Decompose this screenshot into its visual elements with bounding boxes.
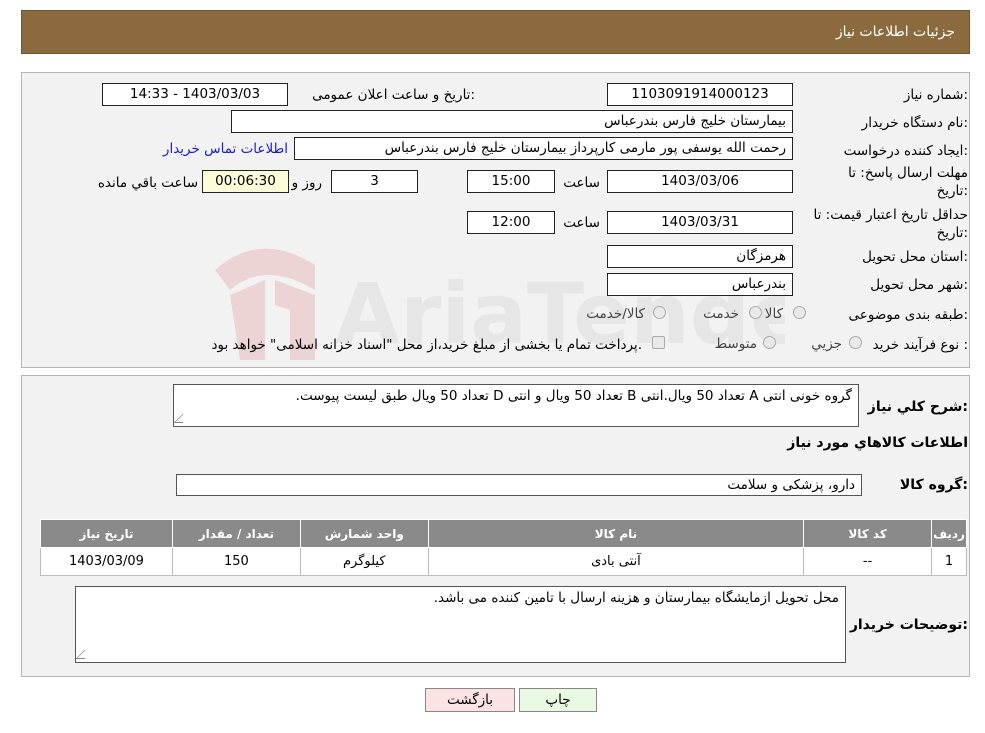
col-row: رديف [931,519,967,548]
category-service-label: خدمت [703,306,739,322]
resize-grip-icon[interactable] [75,650,94,659]
process-label: نوع فرآیند خرید : [872,337,968,353]
col-code: کد کالا [803,519,933,548]
deadline-hour-label: ساعت [563,175,600,191]
process-medium-radio[interactable] [763,336,776,349]
creator-label: ایجاد کننده درخواست: [843,143,968,159]
deadline-time-field: 15:00 [467,170,555,193]
buyer-org-field: بیمارستان خلیج فارس بندرعباس [231,110,793,133]
announce-label: تاریخ و ساعت اعلان عمومی: [312,87,475,103]
validity-time-field: 12:00 [467,211,555,234]
announce-field: 1403/03/03 - 14:33 [102,83,288,106]
cell-unit: کیلوگرم [299,547,429,576]
col-name: نام کالا [427,519,805,548]
description-label: شرح کلي نياز: [867,399,968,415]
page-title: جزئیات اطلاعات نیاز [835,24,955,40]
process-minor-radio[interactable] [849,336,862,349]
remaining-time-field: 00:06:30 [202,170,289,193]
province-field: هرمزگان [607,245,793,268]
print-button[interactable]: چاپ [519,688,597,712]
goods-group-label: گروه کالا: [899,477,968,493]
city-label: شهر محل تحویل: [870,277,968,293]
category-service-radio[interactable] [749,306,762,319]
buyer-notes-label: توضیحات خریدار: [849,617,968,633]
table-row: 1 -- آنتی بادی کیلوگرم 150 1403/03/09 [40,547,967,576]
process-minor-label: جزیي [811,336,842,352]
need-number-field: 1103091914000123 [607,83,793,106]
deadline-date-field: 1403/03/06 [607,170,793,193]
page-header: جزئیات اطلاعات نیاز [21,10,970,54]
resize-grip-icon[interactable] [173,414,192,423]
goods-group-field: دارو، پزشکی و سلامت [176,474,862,496]
category-goods-radio[interactable] [793,306,806,319]
province-label: استان محل تحویل: [862,249,968,265]
creator-field: رحمت الله یوسفی پور مارمی کارپرداز بیمار… [294,137,793,160]
cell-row: 1 [931,547,967,576]
goods-table-header: رديف کد کالا نام کالا واحد شمارش تعداد /… [40,519,967,548]
category-goods-service-radio[interactable] [653,306,666,319]
cell-code: -- [803,547,933,576]
col-unit: واحد شمارش [299,519,429,548]
validity-hour-label: ساعت [563,215,600,231]
category-label: طبقه بندی موضوعی: [848,307,968,323]
goods-table: رديف کد کالا نام کالا واحد شمارش تعداد /… [40,519,967,576]
treasury-checkbox[interactable] [652,336,665,349]
remaining-label: ساعت باقي مانده [97,175,198,191]
cell-date: 1403/03/09 [40,547,173,576]
remaining-days-field: 3 [331,170,418,193]
cell-name: آنتی بادی [427,547,805,576]
deadline-label-date: تاریخ: [936,183,968,199]
buyer-contact-link[interactable]: اطلاعات تماس خریدار [163,141,288,157]
goods-section-title: اطلاعات كالاهاي مورد نياز [787,435,968,451]
deadline-label: مهلت ارسال پاسخ: تا [848,165,968,181]
city-field: بندرعباس [607,273,793,296]
back-button[interactable]: بازگشت [425,688,515,712]
col-date: تاریخ نیاز [40,519,173,548]
description-textarea[interactable]: گروه خونی انتی A تعداد 50 ویال.انتی B تع… [173,384,859,427]
buyer-org-label: نام دستگاه خریدار: [861,115,968,131]
description-text: گروه خونی انتی A تعداد 50 ویال.انتی B تع… [295,388,852,404]
buyer-notes-text: محل تحویل ازمایشگاه بیمارستان و هزینه ار… [433,590,839,606]
col-qty: تعداد / مقدار [171,519,301,548]
category-goods-label: کالا [764,306,783,322]
process-medium-label: متوسط [714,336,757,352]
cell-qty: 150 [171,547,301,576]
need-number-label: شماره نیاز: [903,87,968,103]
day-and-label: روز و [291,175,322,191]
buyer-notes-textarea[interactable]: محل تحویل ازمایشگاه بیمارستان و هزینه ار… [75,586,846,663]
category-goods-service-label: کالا/خدمت [586,306,645,322]
validity-date-field: 1403/03/31 [607,211,793,234]
validity-label: حداقل تاریخ اعتبار قیمت: تا [813,207,968,223]
validity-label-date: تاریخ: [936,225,968,241]
process-note: پرداخت تمام یا بخشی از مبلغ خرید،از محل … [211,337,642,353]
